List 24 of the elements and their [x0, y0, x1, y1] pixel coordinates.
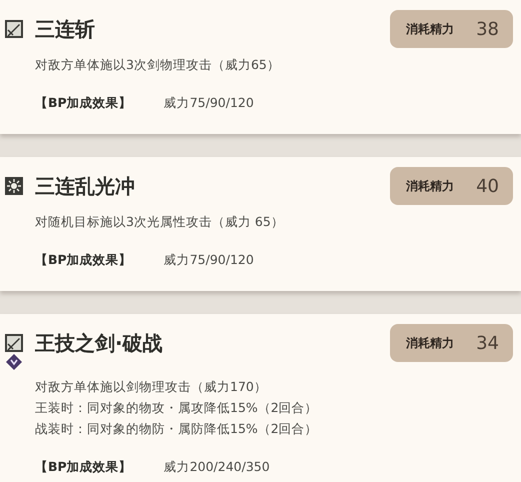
bp-label: 【BP加成效果】: [35, 95, 132, 112]
cost-value: 38: [476, 18, 499, 40]
skill-description: 对敌方单体施以3次剑物理攻击（威力65）: [35, 56, 281, 74]
bp-value: 威力75/90/120: [164, 95, 254, 112]
bp-label: 【BP加成效果】: [35, 459, 132, 476]
skill-description: 王装时：同对象的物攻・属攻降低15%（2回合）: [35, 399, 319, 417]
sword-icon: [5, 20, 23, 38]
skill-name: 三连斩: [35, 16, 96, 43]
cost-value: 34: [476, 332, 499, 354]
bp-value: 威力75/90/120: [164, 252, 254, 269]
cost-value: 40: [476, 176, 499, 196]
bp-label: 【BP加成效果】: [35, 252, 132, 269]
skill-description: 战装时：同对象的物防・属防降低15%（2回合）: [35, 420, 319, 438]
skill-name: 王技之剑·破战: [35, 330, 164, 357]
cost-label: 消耗精力: [406, 178, 454, 194]
skill-description: 对随机目标施以3次光属性攻击（威力 65）: [35, 213, 285, 231]
diamond-icon: [6, 354, 22, 370]
cost-label: 消耗精力: [406, 334, 454, 352]
cost-label: 消耗精力: [406, 20, 454, 38]
skill-name: 三连乱光冲: [35, 173, 136, 200]
skill-description: 对敌方单体施以剑物理攻击（威力170）: [35, 378, 268, 396]
bp-value: 威力200/240/350: [164, 459, 270, 476]
sword-icon: [5, 334, 23, 352]
sun-icon: [5, 177, 23, 195]
